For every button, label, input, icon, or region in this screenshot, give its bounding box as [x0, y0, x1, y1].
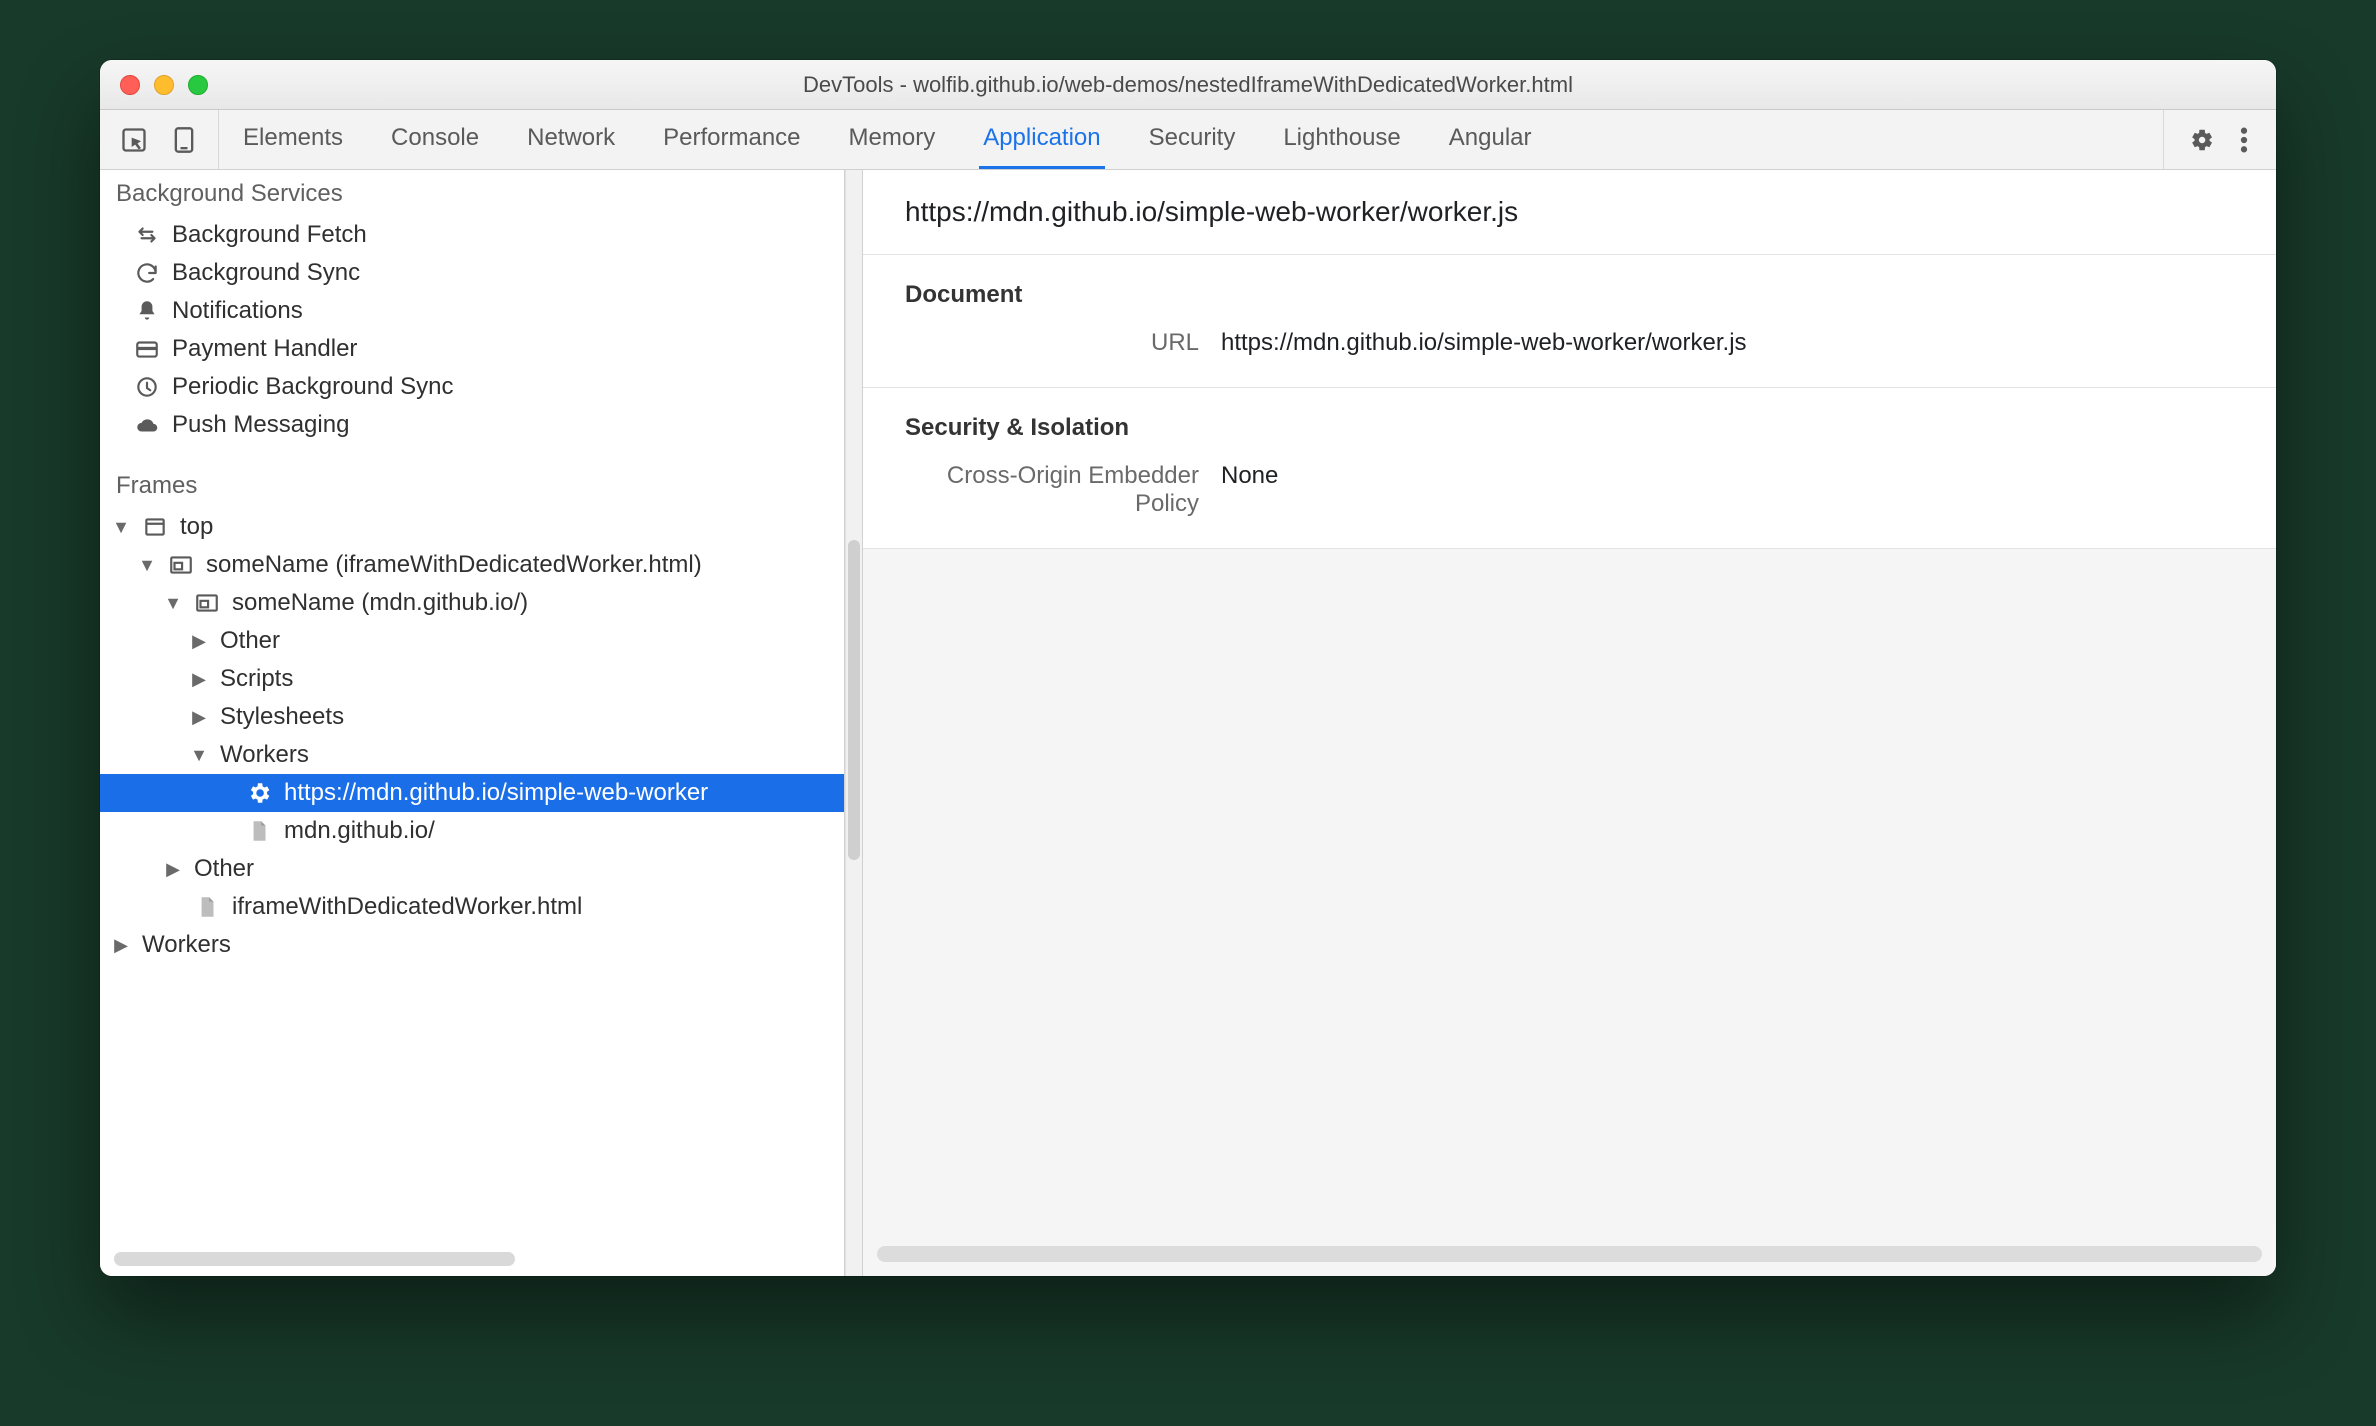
- file-icon: [246, 818, 272, 844]
- document-section-title: Document: [863, 273, 2276, 323]
- frames-tree: top someName (iframeWithDedicatedWorker.h…: [100, 508, 844, 964]
- tree-row[interactable]: top: [100, 508, 844, 546]
- inspect-element-icon[interactable]: [120, 126, 148, 154]
- tree-disclosure-arrow[interactable]: [164, 593, 182, 614]
- document-panel: Document URL https://mdn.github.io/simpl…: [863, 255, 2276, 388]
- cloud-icon: [134, 412, 160, 438]
- gear-icon: [246, 780, 272, 806]
- coep-row: Cross-Origin Embedder Policy None: [863, 456, 2276, 524]
- bg-service-item[interactable]: Push Messaging: [100, 406, 844, 444]
- tree-row-label: Scripts: [220, 665, 293, 693]
- tree-row-label: someName (iframeWithDedicatedWorker.html…: [206, 551, 702, 579]
- document-url-value: https://mdn.github.io/simple-web-worker/…: [1221, 329, 1747, 357]
- tree-disclosure-arrow[interactable]: [190, 707, 208, 728]
- panel-tabs: Elements Console Network Performance Memory A…: [239, 110, 2143, 169]
- device-toggle-icon[interactable]: [170, 126, 198, 154]
- bg-service-item[interactable]: Background Sync: [100, 254, 844, 292]
- tree-disclosure-arrow[interactable]: [138, 555, 156, 576]
- window-titlebar: DevTools - wolfib.github.io/web-demos/ne…: [100, 60, 2276, 110]
- tree-row[interactable]: Workers: [100, 926, 844, 964]
- bell-icon: [134, 298, 160, 324]
- bg-service-item[interactable]: Background Fetch: [100, 216, 844, 254]
- detail-title: https://mdn.github.io/simple-web-worker/…: [863, 170, 2276, 255]
- content-area: Background Services Background FetchBack…: [100, 170, 2276, 1276]
- tab-angular[interactable]: Angular: [1445, 110, 1536, 169]
- sidebar-horizontal-scrollbar[interactable]: [114, 1252, 830, 1266]
- devtools-tabbar: Elements Console Network Performance Memory A…: [100, 110, 2276, 170]
- tree-disclosure-arrow[interactable]: [190, 631, 208, 652]
- coep-value: None: [1221, 462, 1278, 518]
- bg-service-label: Payment Handler: [172, 335, 357, 363]
- tree-disclosure-arrow[interactable]: [190, 745, 208, 766]
- tab-lighthouse[interactable]: Lighthouse: [1279, 110, 1404, 169]
- refresh-icon: [134, 260, 160, 286]
- tree-row[interactable]: Other: [100, 622, 844, 660]
- bg-service-label: Notifications: [172, 297, 303, 325]
- tree-disclosure-arrow[interactable]: [190, 669, 208, 690]
- sync-alt-icon: [134, 222, 160, 248]
- tab-console[interactable]: Console: [387, 110, 483, 169]
- document-url-label: URL: [905, 329, 1221, 357]
- tree-row-label: top: [180, 513, 213, 541]
- window-title: DevTools - wolfib.github.io/web-demos/ne…: [100, 72, 2276, 98]
- credit-card-icon: [134, 336, 160, 362]
- tree-row-label: iframeWithDedicatedWorker.html: [232, 893, 582, 921]
- file-icon: [194, 894, 220, 920]
- window-icon: [142, 514, 168, 540]
- tree-row[interactable]: Stylesheets: [100, 698, 844, 736]
- tree-row[interactable]: someName (mdn.github.io/): [100, 584, 844, 622]
- tree-row-label: Workers: [142, 931, 231, 959]
- bg-service-item[interactable]: Periodic Background Sync: [100, 368, 844, 406]
- tab-memory[interactable]: Memory: [845, 110, 940, 169]
- iframe-icon: [168, 552, 194, 578]
- tab-application[interactable]: Application: [979, 110, 1104, 169]
- tree-row-label: https://mdn.github.io/simple-web-worker: [284, 779, 708, 807]
- sidebar-vertical-scrollbar[interactable]: [845, 170, 863, 1276]
- tree-row-label: Other: [220, 627, 280, 655]
- tree-row[interactable]: someName (iframeWithDedicatedWorker.html…: [100, 546, 844, 584]
- section-frames: Frames: [100, 462, 844, 508]
- tree-row-label: mdn.github.io/: [284, 817, 435, 845]
- bg-service-label: Periodic Background Sync: [172, 373, 453, 401]
- tree-disclosure-arrow[interactable]: [112, 517, 130, 538]
- iframe-icon: [194, 590, 220, 616]
- tree-row[interactable]: https://mdn.github.io/simple-web-worker: [100, 774, 844, 812]
- clock-icon: [134, 374, 160, 400]
- details-empty-area: [863, 549, 2276, 1276]
- tab-elements[interactable]: Elements: [239, 110, 347, 169]
- toolbar-right: [2163, 110, 2264, 169]
- tab-performance[interactable]: Performance: [659, 110, 804, 169]
- background-services-list: Background Fetch Background Sync Notificat…: [100, 216, 844, 444]
- tree-disclosure-arrow[interactable]: [164, 859, 182, 880]
- tree-row[interactable]: mdn.github.io/: [100, 812, 844, 850]
- tree-row-label: Workers: [220, 741, 309, 769]
- bg-service-label: Background Fetch: [172, 221, 367, 249]
- coep-label: Cross-Origin Embedder Policy: [905, 462, 1221, 518]
- tree-row[interactable]: Scripts: [100, 660, 844, 698]
- application-sidebar: Background Services Background FetchBack…: [100, 170, 845, 1276]
- tree-row-label: Stylesheets: [220, 703, 344, 731]
- bg-service-label: Push Messaging: [172, 411, 349, 439]
- tab-security[interactable]: Security: [1145, 110, 1240, 169]
- details-pane: https://mdn.github.io/simple-web-worker/…: [863, 170, 2276, 1276]
- bg-service-item[interactable]: Payment Handler: [100, 330, 844, 368]
- bg-service-label: Background Sync: [172, 259, 360, 287]
- gear-icon[interactable]: [2188, 127, 2214, 153]
- document-url-row: URL https://mdn.github.io/simple-web-wor…: [863, 323, 2276, 363]
- tree-row-label: Other: [194, 855, 254, 883]
- section-background-services: Background Services: [100, 170, 844, 216]
- tree-row[interactable]: Other: [100, 850, 844, 888]
- tab-network[interactable]: Network: [523, 110, 619, 169]
- tree-row[interactable]: Workers: [100, 736, 844, 774]
- tree-disclosure-arrow[interactable]: [112, 935, 130, 956]
- devtools-window: DevTools - wolfib.github.io/web-demos/ne…: [100, 60, 2276, 1276]
- inspect-tools: [112, 110, 219, 169]
- bg-service-item[interactable]: Notifications: [100, 292, 844, 330]
- more-menu-icon[interactable]: [2240, 126, 2248, 154]
- security-section-title: Security & Isolation: [863, 406, 2276, 456]
- security-panel: Security & Isolation Cross-Origin Embedd…: [863, 388, 2276, 549]
- tree-row-label: someName (mdn.github.io/): [232, 589, 528, 617]
- tree-row[interactable]: iframeWithDedicatedWorker.html: [100, 888, 844, 926]
- details-horizontal-scrollbar[interactable]: [877, 1246, 2262, 1262]
